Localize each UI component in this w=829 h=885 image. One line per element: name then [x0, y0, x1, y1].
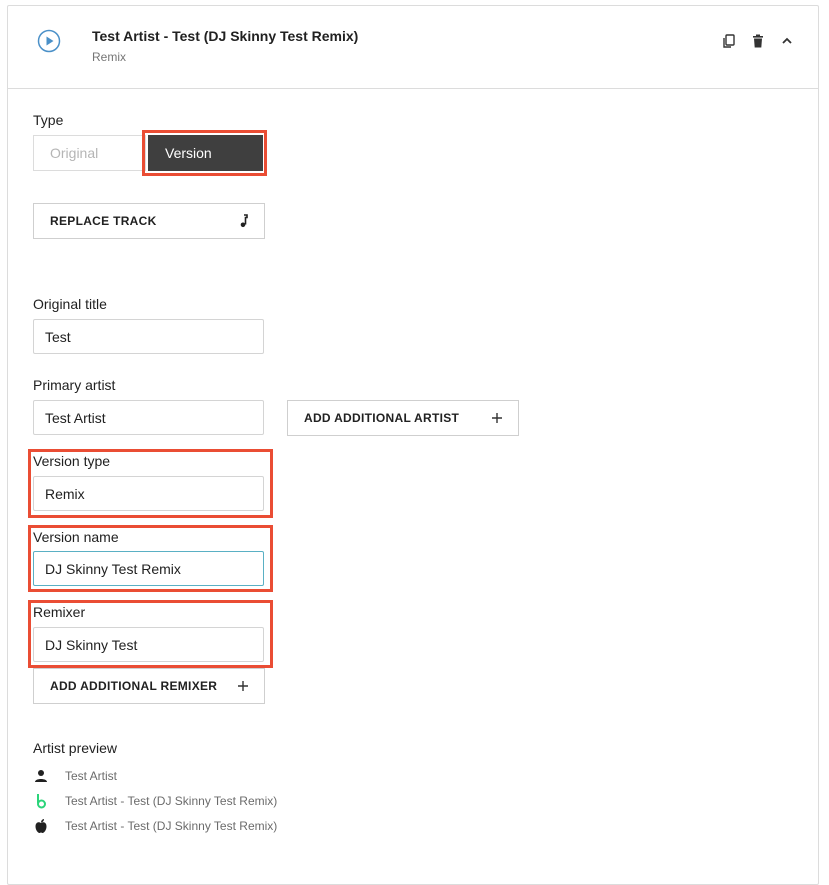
track-card: Test Artist - Test (DJ Skinny Test Remix…	[7, 5, 819, 885]
play-icon[interactable]	[37, 29, 61, 53]
remixer-input[interactable]: DJ Skinny Test	[33, 627, 264, 662]
remixer-label: Remixer	[33, 604, 86, 620]
original-title-label: Original title	[33, 296, 107, 312]
music-note-icon	[240, 214, 248, 228]
version-name-input[interactable]: DJ Skinny Test Remix	[33, 551, 264, 586]
add-additional-artist-button[interactable]: ADD ADDITIONAL ARTIST	[287, 400, 519, 436]
preview-text-generic: Test Artist	[65, 769, 118, 783]
person-icon	[35, 770, 47, 782]
original-title-input[interactable]: Test	[33, 319, 264, 354]
track-subtitle: Remix	[92, 50, 127, 64]
version-type-label: Version type	[33, 453, 111, 469]
preview-text-beatport: Test Artist - Test (DJ Skinny Test Remix…	[65, 794, 278, 808]
plus-icon	[238, 681, 248, 691]
primary-artist-label: Primary artist	[33, 377, 116, 393]
version-name-label: Version name	[33, 529, 119, 545]
add-additional-remixer-button[interactable]: ADD ADDITIONAL REMIXER	[33, 668, 265, 704]
copy-icon[interactable]	[722, 34, 736, 48]
apple-icon	[35, 819, 47, 833]
version-type-input[interactable]: Remix	[33, 476, 264, 511]
chevron-up-icon[interactable]	[780, 34, 794, 48]
preview-text-apple: Test Artist - Test (DJ Skinny Test Remix…	[65, 819, 278, 833]
primary-artist-input[interactable]: Test Artist	[33, 400, 264, 435]
replace-track-label: REPLACE TRACK	[50, 214, 157, 228]
add-additional-artist-label: ADD ADDITIONAL ARTIST	[304, 411, 460, 425]
artist-preview-label: Artist preview	[33, 740, 118, 756]
type-label: Type	[33, 112, 64, 128]
add-additional-remixer-label: ADD ADDITIONAL REMIXER	[50, 679, 218, 693]
plus-icon	[492, 413, 502, 423]
type-option-version[interactable]: Version	[148, 135, 263, 171]
type-option-original[interactable]: Original	[33, 135, 146, 171]
trash-icon[interactable]	[751, 34, 765, 48]
beatport-icon	[37, 794, 46, 809]
track-header[interactable]: Test Artist - Test (DJ Skinny Test Remix…	[8, 6, 818, 89]
track-title: Test Artist - Test (DJ Skinny Test Remix…	[92, 28, 359, 44]
replace-track-button[interactable]: REPLACE TRACK	[33, 203, 265, 239]
